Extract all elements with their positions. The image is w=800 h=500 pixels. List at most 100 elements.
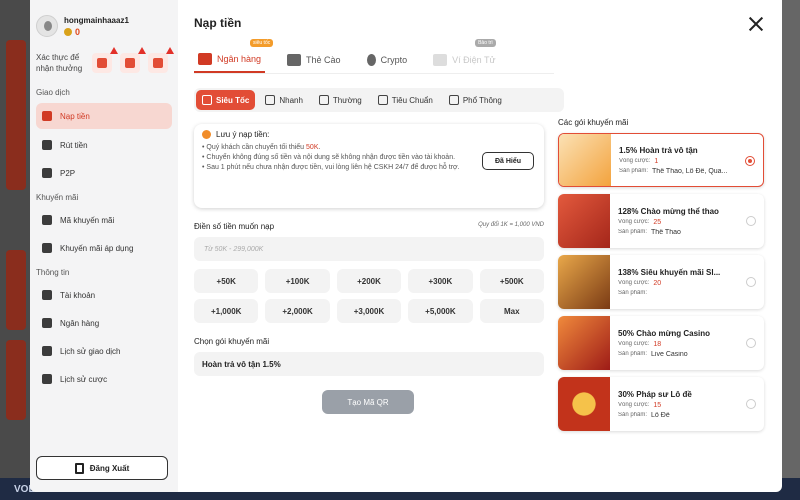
amount-input[interactable]: Từ 50K - 299,000K xyxy=(194,237,544,261)
phone-verify-icon[interactable] xyxy=(92,47,118,73)
tab-e-wallet: Ví Điện Tử Bảo trì xyxy=(429,39,499,73)
promo-thumbnail xyxy=(558,255,610,309)
close-icon[interactable] xyxy=(748,16,764,32)
user-profile: hongmainhaaaz1 0 xyxy=(36,10,172,42)
amount-presets: +50K +100K +200K +300K +500K +1,000K +2,… xyxy=(194,269,544,323)
preset-button[interactable]: +3,000K xyxy=(336,299,402,323)
email-verify-icon[interactable] xyxy=(148,47,174,73)
bolt-icon xyxy=(202,95,212,105)
deposit-panel: Nạp tiền Ngân hàng siêu tốc Thẻ Cào Cryp… xyxy=(178,0,782,492)
preset-button[interactable]: +100K xyxy=(265,269,330,293)
tab-scratch-card[interactable]: Thẻ Cào xyxy=(283,46,345,73)
promo-radio[interactable] xyxy=(746,277,756,287)
preset-button[interactable]: +50K xyxy=(194,269,259,293)
avatar[interactable] xyxy=(36,15,58,37)
speed-label: Tiêu Chuẩn xyxy=(391,95,433,105)
logout-button[interactable]: Đăng Xuất xyxy=(36,456,168,480)
promo-radio[interactable] xyxy=(745,156,755,166)
bet-history-icon xyxy=(42,374,52,384)
promo-products: Thể Thao, Lô Đề, Qua... xyxy=(652,167,728,175)
warning-icon xyxy=(138,47,146,54)
tab-crypto[interactable]: Crypto xyxy=(363,46,412,73)
preset-button[interactable]: +2,000K xyxy=(265,299,330,323)
withdraw-icon xyxy=(42,140,52,150)
sidebar-item-account[interactable]: Tài khoản xyxy=(36,283,172,307)
speed-label: Siêu Tốc xyxy=(216,95,250,105)
sidebar-item-label: Lịch sử cược xyxy=(60,374,108,384)
sidebar-item-withdraw[interactable]: Rút tiền xyxy=(36,133,172,157)
sidebar-item-bank[interactable]: Ngân hàng xyxy=(36,311,172,335)
speed-option-normal[interactable]: Thường xyxy=(313,90,368,110)
bank-verify-icon[interactable] xyxy=(120,47,146,73)
deposit-notice: Lưu ý nạp tiền: Quý khách cần chuyển tối… xyxy=(194,124,544,208)
promo-card[interactable]: 128% Chào mừng thể thao Vòng cược: 25 Sản… xyxy=(558,194,764,248)
sidebar-item-transaction-history[interactable]: Lịch sử giao dịch xyxy=(36,339,172,363)
tab-bank[interactable]: Ngân hàng siêu tốc xyxy=(194,39,274,73)
round-label: Vòng cược: xyxy=(618,218,650,225)
preset-button[interactable]: +300K xyxy=(408,269,473,293)
promo-select[interactable]: Hoàn trả vô tận 1.5% xyxy=(194,352,544,376)
promo-card[interactable]: 1.5% Hoàn trả vô tận Vòng cược: 1 Sản phẩ… xyxy=(558,133,764,187)
acknowledge-button[interactable]: Đã Hiểu xyxy=(482,152,534,170)
create-qr-button[interactable]: Tạo Mã QR xyxy=(322,390,414,414)
tab-label: Thẻ Cào xyxy=(306,54,341,65)
speed-option-fast[interactable]: Nhanh xyxy=(259,90,309,110)
sidebar-item-promo-code[interactable]: Mã khuyến mãi xyxy=(36,208,172,232)
round-label: Vòng cược: xyxy=(619,157,651,164)
max-button[interactable]: Max xyxy=(479,299,544,323)
promo-products: Thể Thao xyxy=(651,228,681,236)
sidebar-item-label: Mã khuyến mãi xyxy=(60,215,115,225)
history-icon xyxy=(42,346,52,356)
preset-button[interactable]: +1,000K xyxy=(194,299,259,323)
promo-title: 1.5% Hoàn trả vô tận xyxy=(619,145,698,155)
balance-value: 0 xyxy=(75,26,81,37)
section-title-transactions: Giao dịch xyxy=(36,88,70,97)
sidebar-item-applied-promos[interactable]: Khuyến mãi áp dụng xyxy=(36,236,172,260)
promo-card[interactable]: 50% Chào mừng Casino Vòng cược: 18 Sản ph… xyxy=(558,316,764,370)
speed-label: Phổ Thông xyxy=(462,95,502,105)
exchange-rate: Quy đổi 1K = 1,000 VND xyxy=(478,222,544,228)
promo-card[interactable]: 138% Siêu khuyến mãi Sl... Vòng cược: 20 … xyxy=(558,255,764,309)
notice-item: Sau 1 phút nếu chưa nhận được tiền, vui … xyxy=(202,163,472,173)
balance: 0 xyxy=(64,27,129,37)
product-label: Sản phẩm: xyxy=(618,411,648,418)
verify-label: Xác thực để nhận thưởng xyxy=(36,53,83,73)
qr-icon xyxy=(448,95,459,105)
promo-rounds: 18 xyxy=(653,340,662,348)
user-icon xyxy=(42,290,52,300)
notice-item: Chuyển không đúng số tiền và nội dung sẽ… xyxy=(202,153,472,163)
sidebar-item-bet-history[interactable]: Lịch sử cược xyxy=(36,367,172,391)
payment-method-tabs: Ngân hàng siêu tốc Thẻ Cào Crypto Ví Điệ… xyxy=(194,39,554,74)
promo-title: 50% Chào mừng Casino xyxy=(618,328,711,338)
background-banner xyxy=(6,40,26,190)
promo-radio[interactable] xyxy=(746,216,756,226)
promo-card[interactable]: 30% Pháp sư Lô đề Vòng cược: 15 Sản phẩm:… xyxy=(558,377,764,431)
preset-button[interactable]: +5,000K xyxy=(408,299,473,323)
promo-title: 138% Siêu khuyến mãi Sl... xyxy=(618,268,721,277)
transfer-icon xyxy=(318,95,329,105)
speed-option-common[interactable]: Phổ Thông xyxy=(443,90,508,110)
background-left-strip xyxy=(0,0,30,480)
sidebar-item-deposit[interactable]: Nạp tiền xyxy=(36,103,172,129)
bitcoin-icon xyxy=(366,53,376,66)
p2p-icon xyxy=(42,168,52,178)
speed-option-standard[interactable]: Tiêu Chuẩn xyxy=(372,90,439,110)
sidebar-item-p2p[interactable]: P2P xyxy=(36,161,172,185)
sidebar-item-label: Ngân hàng xyxy=(60,318,100,328)
tab-label: Ví Điện Tử xyxy=(452,54,496,65)
product-label: Sản phẩm: xyxy=(618,228,648,235)
preset-button[interactable]: +200K xyxy=(336,269,402,293)
promo-rounds: 25 xyxy=(653,218,662,226)
round-label: Vòng cược: xyxy=(618,340,650,347)
section-title-info: Thông tin xyxy=(36,268,70,277)
background-banner xyxy=(6,250,26,330)
sidebar-item-label: Lịch sử giao dịch xyxy=(60,346,121,356)
preset-button[interactable]: +500K xyxy=(479,269,544,293)
account-sidebar: hongmainhaaaz1 0 Xác thực để nhận thưởng… xyxy=(30,0,178,492)
promo-products: Lô Đề xyxy=(651,411,670,419)
promo-radio[interactable] xyxy=(746,338,756,348)
speed-option-super-fast[interactable]: Siêu Tốc xyxy=(196,90,256,110)
promo-thumbnail xyxy=(558,194,610,248)
promo-radio[interactable] xyxy=(746,399,756,409)
promotion-list: Các gói khuyến mãi 1.5% Hoàn trả vô tận … xyxy=(558,118,764,438)
